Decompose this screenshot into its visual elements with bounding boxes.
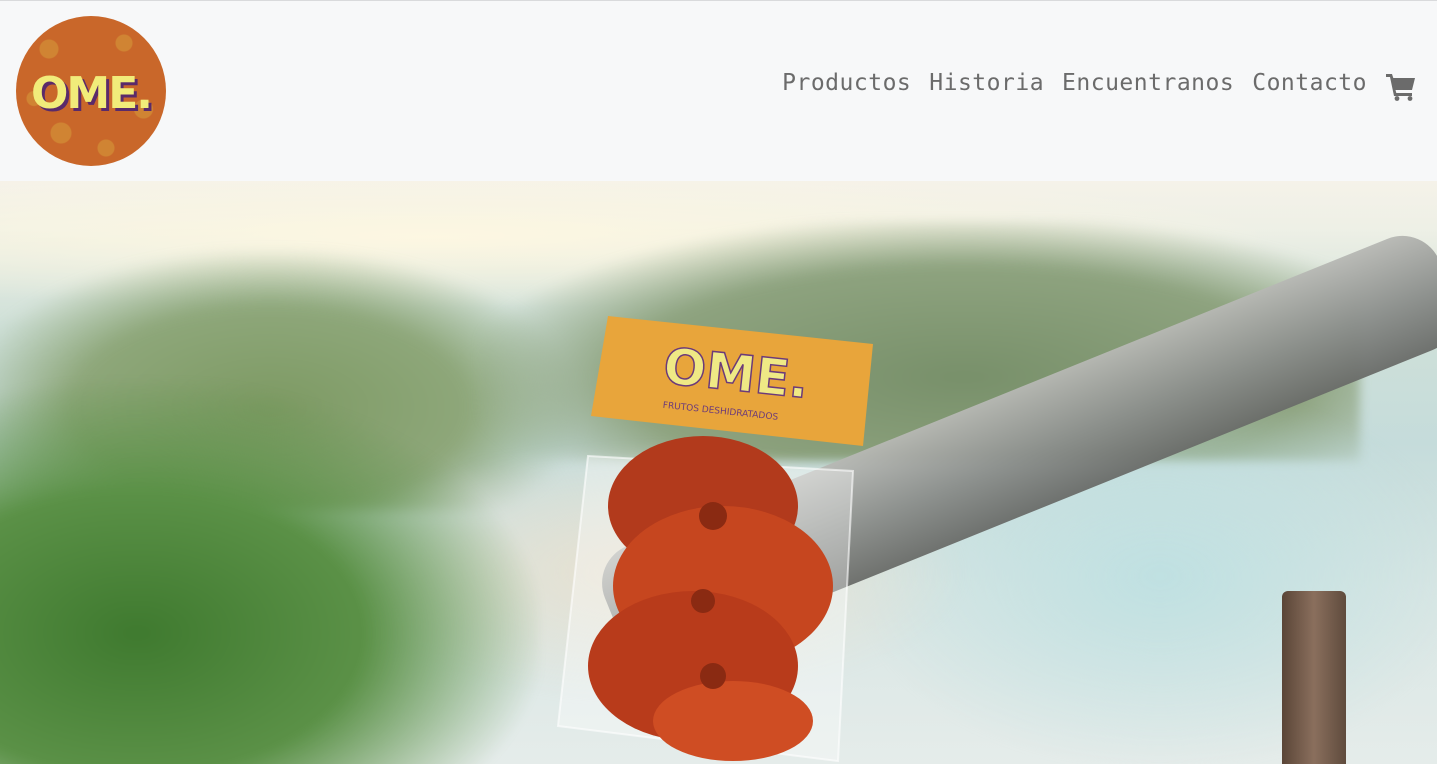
nav-link-contacto[interactable]: Contacto <box>1252 70 1367 96</box>
hero-banner-image: OME. FRUTOS DESHIDRATADOS <box>0 181 1437 764</box>
nav-link-historia[interactable]: Historia <box>929 70 1044 96</box>
nav-link-productos[interactable]: Productos <box>782 70 911 96</box>
brand-logo[interactable]: OME. <box>16 16 166 166</box>
hero-vegetation <box>0 381 540 764</box>
main-nav: Productos Historia Encuentranos Contacto <box>782 67 1367 99</box>
hero-wooden-post <box>1282 591 1346 764</box>
product-bag: OME. FRUTOS DESHIDRATADOS <box>556 316 873 763</box>
nav-link-encuentranos[interactable]: Encuentranos <box>1062 70 1234 96</box>
site-header: OME. Productos Historia Encuentranos Con… <box>0 1 1437 181</box>
logo-text: OME. <box>31 68 153 119</box>
product-label-card: OME. FRUTOS DESHIDRATADOS <box>591 316 873 446</box>
shopping-cart-icon[interactable] <box>1386 73 1416 101</box>
